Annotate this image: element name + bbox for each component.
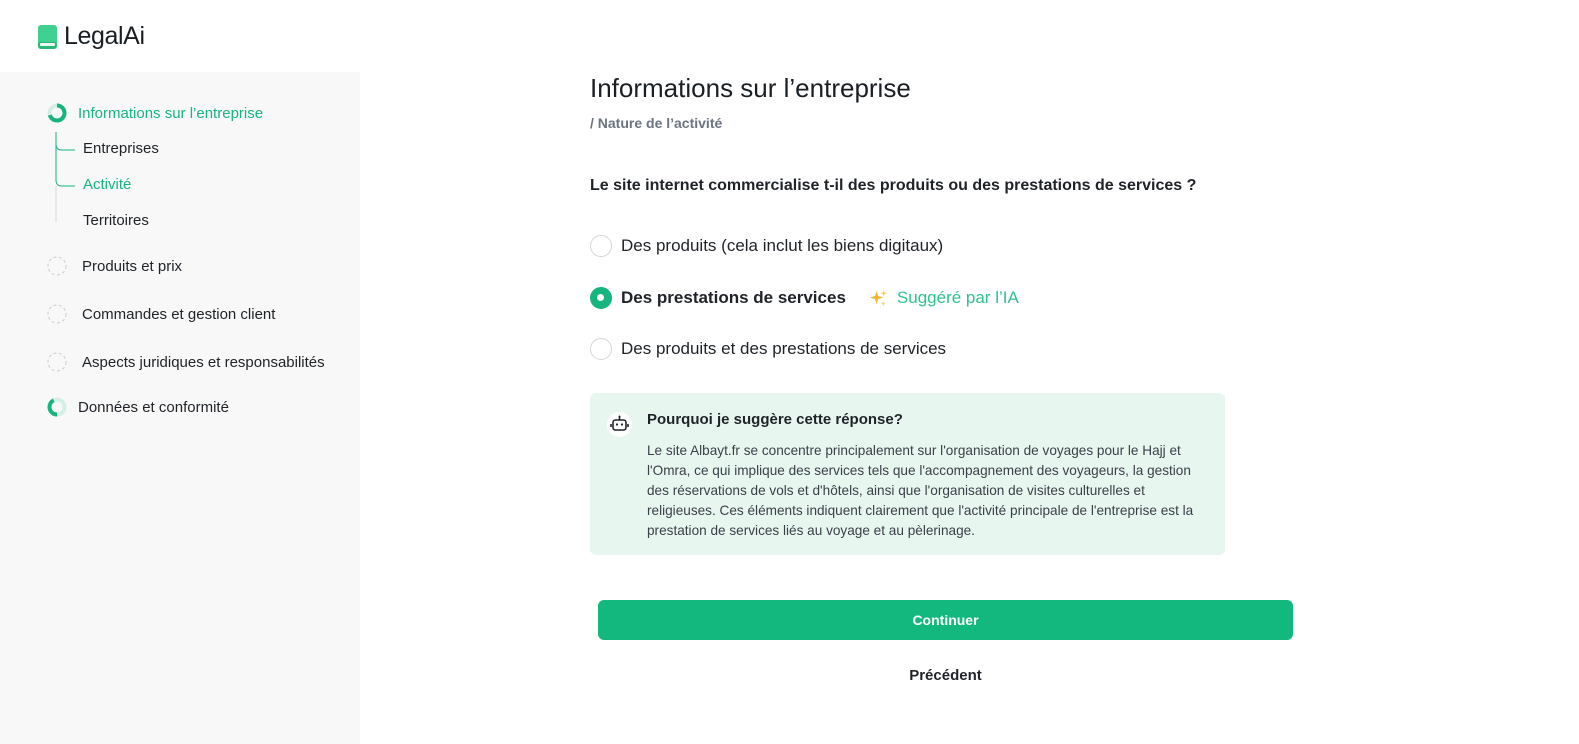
sidebar-step-label: Informations sur l’entreprise [78, 104, 264, 122]
page-title: Informations sur l’entreprise [590, 73, 911, 103]
sidebar-step-orders[interactable]: Commandes et gestion client [47, 304, 275, 324]
sidebar-step-legal[interactable]: Aspects juridiques et responsabilités [47, 352, 325, 372]
explanation-title: Pourquoi je suggère cette réponse? [647, 411, 903, 428]
option-services[interactable]: Des prestations de services Suggéré par … [590, 287, 1019, 309]
question-text: Le site internet commercialise t-il des … [590, 177, 1197, 194]
continue-button[interactable]: Continuer [598, 600, 1293, 640]
sidebar-step-products-prices[interactable]: Produits et prix [47, 256, 182, 276]
progress-ring-icon [47, 397, 67, 417]
substep-activite[interactable]: Activité [83, 176, 131, 193]
pending-circle-icon [47, 352, 67, 372]
option-products-and-services[interactable]: Des produits et des prestations de servi… [590, 338, 946, 360]
option-label: Des prestations de services [621, 288, 846, 307]
option-label: Des produits (cela inclut les biens digi… [621, 236, 944, 255]
sidebar-step-label: Aspects juridiques et responsabilités [82, 353, 325, 371]
book-logo-icon [38, 24, 57, 49]
explanation-body: Le site Albayt.fr se concentre principal… [647, 443, 1194, 538]
app-name: LegalAi [64, 22, 145, 50]
robot-icon [607, 412, 632, 437]
ai-suggestion-label: Suggéré par l’IA [896, 288, 1019, 307]
sidebar-step-company-info[interactable]: Informations sur l’entreprise [47, 103, 263, 123]
option-label: Des produits et des prestations de servi… [621, 339, 947, 358]
pending-circle-icon [47, 256, 67, 276]
sidebar-step-label: Commandes et gestion client [82, 305, 276, 323]
previous-button[interactable]: Précédent [598, 660, 1293, 690]
radio-checked[interactable] [590, 287, 612, 309]
substep-connector [55, 132, 75, 222]
radio-unchecked[interactable] [590, 235, 612, 257]
question-panel: Informations sur l’entreprise / Nature d… [590, 0, 1390, 744]
option-products[interactable]: Des produits (cela inclut les biens digi… [590, 235, 943, 257]
substep-territoires[interactable]: Territoires [83, 212, 149, 229]
sidebar-step-label: Données et conformité [78, 398, 229, 416]
ai-explanation-box: Pourquoi je suggère cette réponse? Le si… [590, 393, 1225, 555]
sparkles-icon [869, 289, 887, 306]
ai-suggestion-badge: Suggéré par l’IA [869, 288, 1019, 308]
substep-entreprises[interactable]: Entreprises [83, 140, 159, 157]
sidebar-step-label: Produits et prix [82, 257, 183, 275]
progress-ring-icon [47, 103, 67, 123]
breadcrumb: / Nature de l’activité [590, 115, 723, 131]
pending-circle-icon [47, 304, 67, 324]
sidebar-step-data-compliance[interactable]: Données et conformité [47, 397, 229, 417]
app-logo[interactable]: LegalAi [38, 22, 145, 51]
radio-unchecked[interactable] [590, 338, 612, 360]
